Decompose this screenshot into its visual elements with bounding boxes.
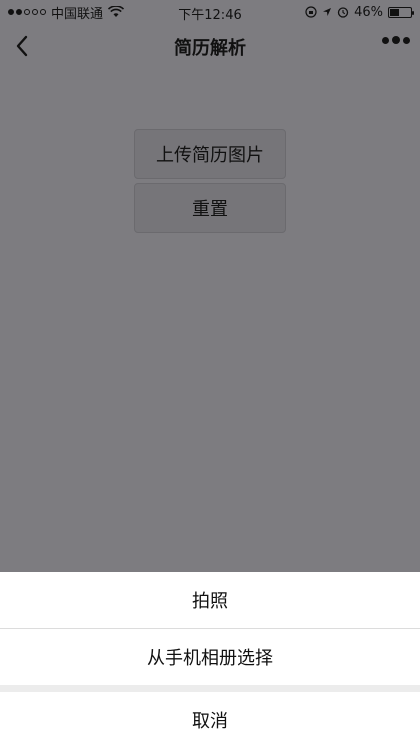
battery-icon bbox=[388, 6, 414, 18]
reset-button[interactable]: 重置 bbox=[134, 183, 286, 233]
screen: 中国联通 下午12:46 46% 简历解析 上传简历图片 重置 拍照 从手机相册… bbox=[0, 0, 420, 748]
battery-fill bbox=[390, 8, 400, 16]
status-time: 下午12:46 bbox=[178, 8, 242, 23]
more-button[interactable] bbox=[382, 36, 410, 44]
status-bar: 中国联通 下午12:46 46% bbox=[0, 0, 420, 24]
page-title: 简历解析 bbox=[174, 38, 246, 59]
upload-resume-button[interactable]: 上传简历图片 bbox=[134, 129, 286, 179]
back-button[interactable] bbox=[10, 32, 34, 60]
nav-bar: 简历解析 bbox=[0, 24, 420, 70]
cancel-option[interactable]: 取消 bbox=[0, 692, 420, 748]
choose-album-option[interactable]: 从手机相册选择 bbox=[0, 629, 420, 685]
sheet-gap bbox=[0, 685, 420, 692]
take-photo-option[interactable]: 拍照 bbox=[0, 572, 420, 628]
more-dots-icon bbox=[382, 36, 389, 44]
action-sheet: 拍照 从手机相册选择 取消 bbox=[0, 572, 420, 748]
back-chevron-icon bbox=[16, 35, 28, 57]
